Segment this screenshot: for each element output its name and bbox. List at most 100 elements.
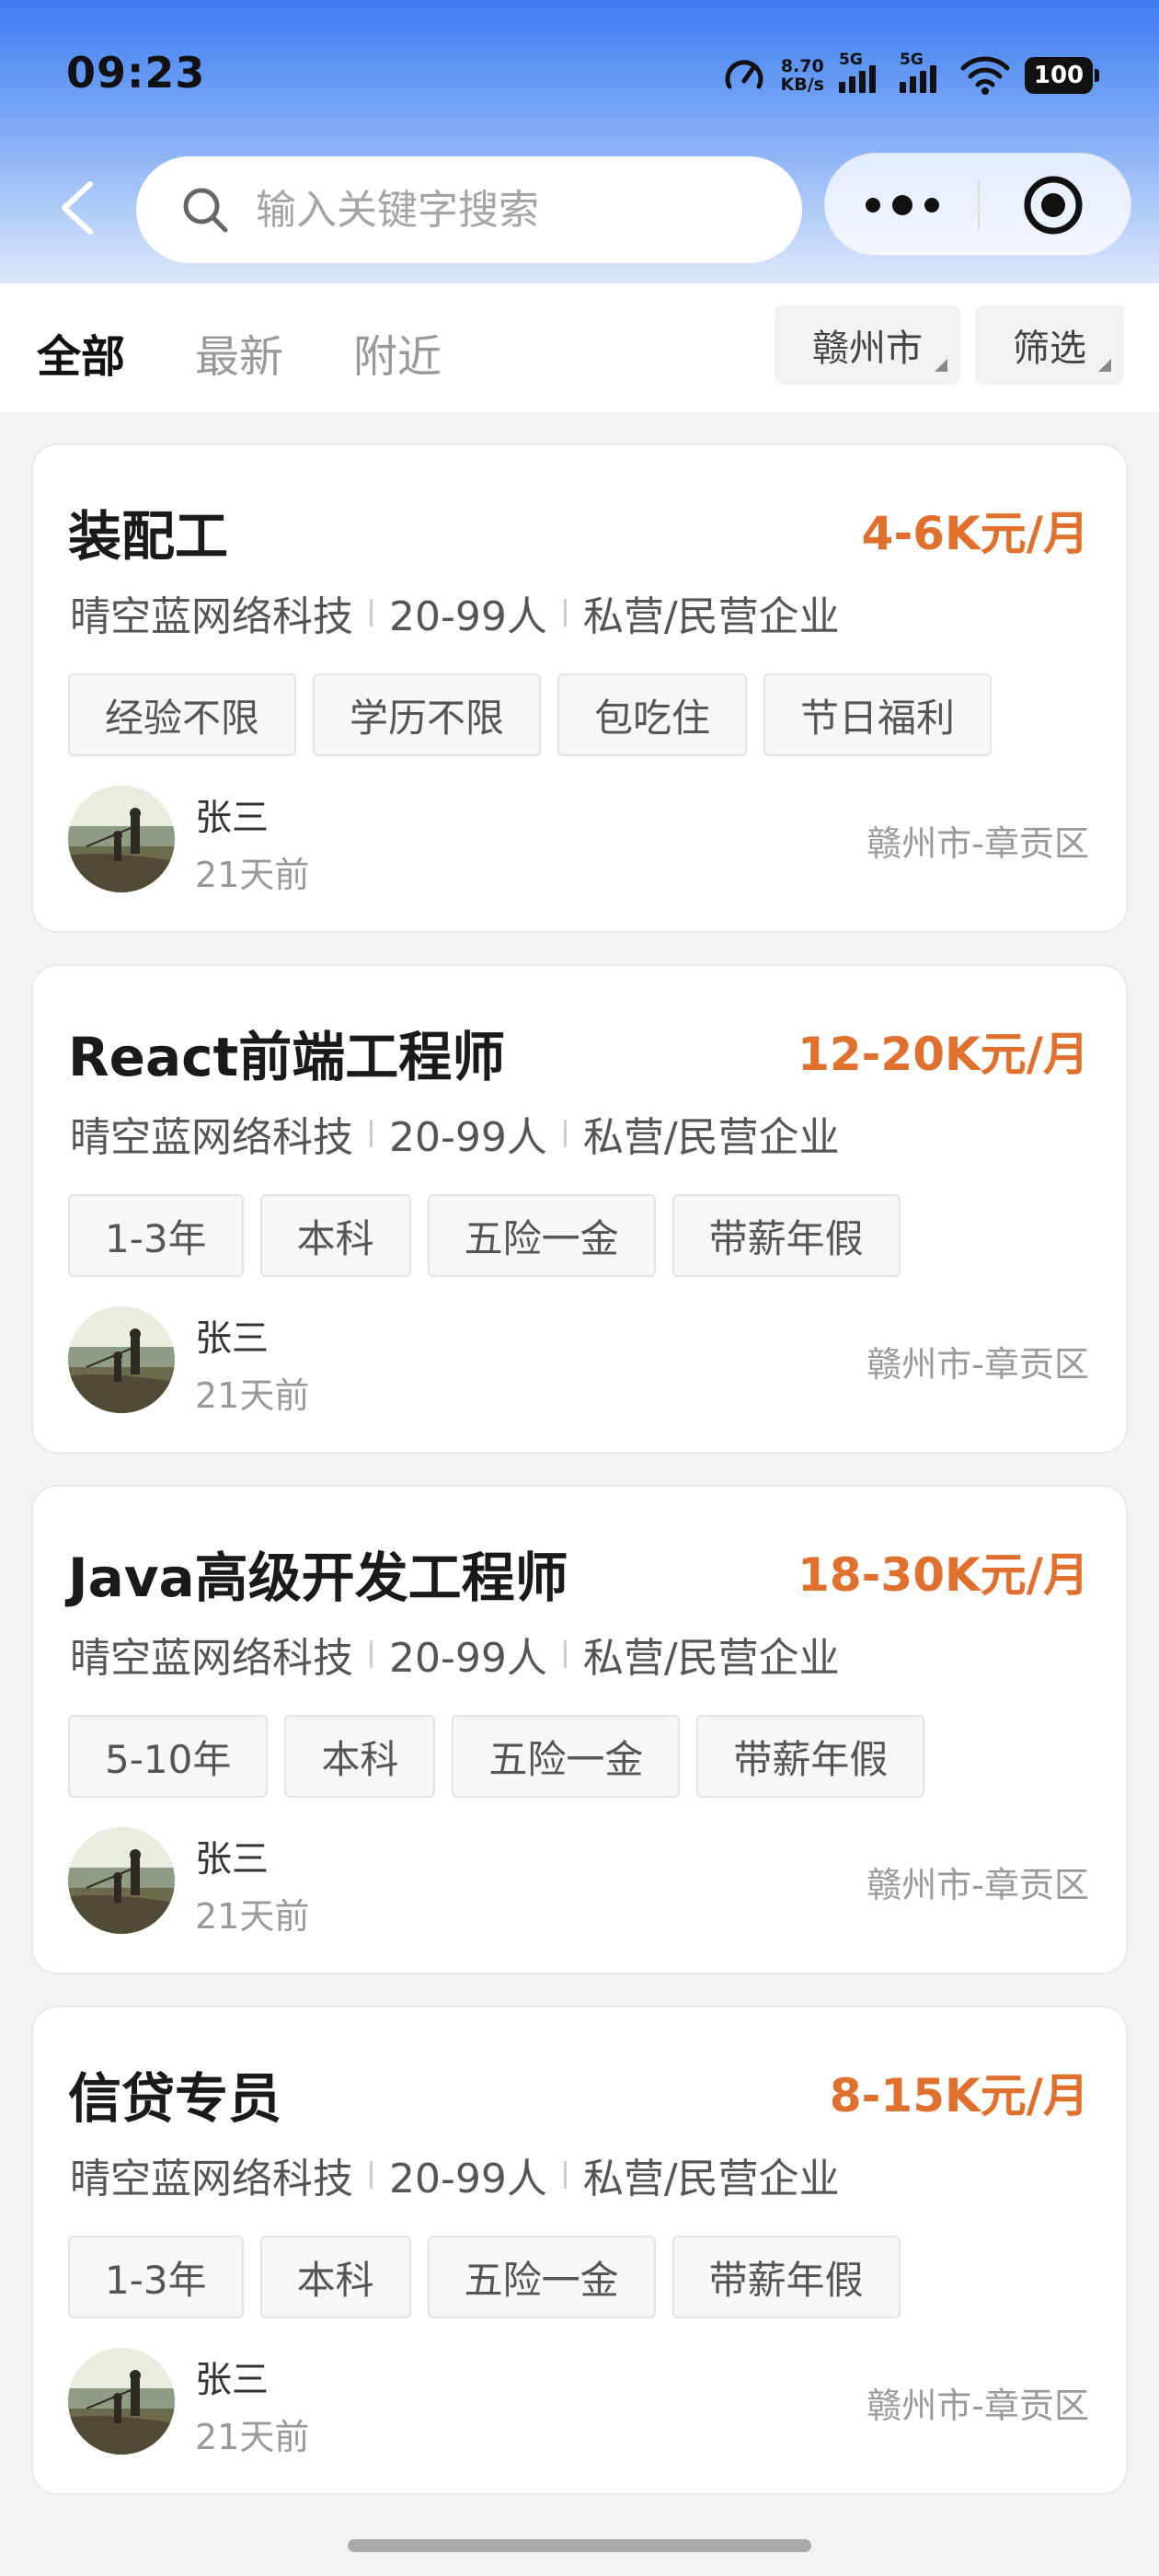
job-tag: 带薪年假 (696, 1715, 925, 1798)
job-tag: 学历不限 (313, 673, 542, 756)
info-separator (563, 2161, 567, 2189)
filter-bar: 全部 最新 附近 赣州市 筛选 (0, 283, 1159, 412)
job-tag: 带薪年假 (671, 2236, 901, 2318)
wifi-icon (960, 56, 1010, 95)
recruiter-avatar (68, 1827, 175, 1934)
net-speed-unit: KB/s (780, 75, 824, 95)
job-salary: 4-6K元/月 (861, 507, 1089, 560)
search-input[interactable] (256, 186, 771, 234)
job-tags: 经验不限 学历不限 包吃住 节日福利 (68, 673, 993, 756)
company-size: 20-99人 (389, 1635, 547, 1682)
network-type-sim2: 5G (900, 51, 924, 69)
job-location: 赣州市-章贡区 (866, 1865, 1089, 1905)
tab-all[interactable]: 全部 (37, 320, 125, 385)
company-type: 私营/民营企业 (582, 1635, 840, 1682)
status-icons: 8.70 KB/s 5G 5G 100 (722, 51, 1099, 99)
signal-icon-sim2: 5G (900, 51, 946, 93)
job-title: 信贷专员 (68, 2067, 282, 2130)
job-title: Java高级开发工程师 (68, 1547, 568, 1609)
info-separator (370, 1120, 373, 1147)
recruiter-avatar (68, 2348, 175, 2455)
company-info: 晴空蓝网络科技 20-99人 私营/民营企业 (70, 583, 840, 642)
job-location: 赣州市-章贡区 (866, 823, 1089, 864)
job-tag: 5-10年 (68, 1715, 269, 1798)
city-dropdown-label: 赣州市 (812, 328, 923, 370)
mini-program-capsule (824, 153, 1131, 256)
job-tag: 五险一金 (452, 1715, 681, 1798)
net-speed-value: 8.70 (780, 56, 824, 76)
home-indicator[interactable] (348, 2539, 811, 2552)
posted-time: 21天前 (195, 1896, 310, 1937)
job-card[interactable]: 信贷专员 8-15K元/月 晴空蓝网络科技 20-99人 私营/民营企业 1-3… (31, 2006, 1128, 2495)
job-salary: 12-20K元/月 (798, 1028, 1089, 1081)
job-salary: 18-30K元/月 (798, 1548, 1089, 1602)
status-time: 09:23 (66, 48, 206, 98)
company-name: 晴空蓝网络科技 (70, 593, 353, 640)
search-icon (183, 188, 228, 233)
capsule-divider (978, 179, 980, 231)
recruiter-avatar (68, 1306, 175, 1413)
job-tag: 五险一金 (427, 2236, 656, 2318)
job-title: 装配工 (68, 505, 229, 568)
company-type: 私营/民营企业 (582, 1114, 840, 1161)
network-type-sim1: 5G (839, 51, 863, 69)
company-type: 私营/民营企业 (582, 593, 840, 640)
recruiter-name: 张三 (195, 1838, 269, 1880)
filter-button[interactable]: 筛选 (975, 305, 1124, 385)
info-separator (563, 1120, 567, 1147)
job-salary: 8-15K元/月 (829, 2069, 1089, 2122)
status-bar: 09:23 8.70 KB/s 5G 5G 100 (0, 0, 1159, 147)
recruiter-avatar (68, 786, 175, 892)
job-tag: 五险一金 (427, 1194, 656, 1277)
job-tag: 本科 (284, 1715, 436, 1798)
dropdown-corner-icon (1098, 359, 1111, 372)
info-separator (563, 1640, 567, 1668)
dropdown-corner-icon (935, 359, 947, 372)
info-separator (370, 599, 373, 627)
job-tag: 本科 (259, 2236, 411, 2318)
recruiter-name: 张三 (195, 797, 269, 839)
search-bar[interactable] (136, 156, 802, 263)
job-tag: 1-3年 (68, 2236, 244, 2318)
job-tags: 5-10年 本科 五险一金 带薪年假 (68, 1715, 925, 1798)
company-info: 晴空蓝网络科技 20-99人 私营/民营企业 (70, 1625, 840, 1684)
city-dropdown[interactable]: 赣州市 (775, 305, 960, 385)
posted-time: 21天前 (195, 855, 310, 895)
company-info: 晴空蓝网络科技 20-99人 私营/民营企业 (70, 1104, 840, 1163)
job-tag: 包吃住 (557, 673, 748, 756)
job-location: 赣州市-章贡区 (866, 2386, 1089, 2426)
job-tags: 1-3年 本科 五险一金 带薪年假 (68, 2236, 901, 2318)
company-name: 晴空蓝网络科技 (70, 1635, 353, 1682)
job-location: 赣州市-章贡区 (866, 1344, 1089, 1385)
company-size: 20-99人 (389, 2156, 547, 2202)
battery-icon: 100 (1025, 57, 1099, 94)
recruiter-name: 张三 (195, 1317, 269, 1360)
tab-latest[interactable]: 最新 (195, 320, 283, 385)
company-type: 私营/民营企业 (582, 2156, 840, 2202)
posted-time: 21天前 (195, 2417, 310, 2457)
more-dots-icon[interactable] (853, 181, 952, 229)
company-name: 晴空蓝网络科技 (70, 1114, 353, 1161)
job-tags: 1-3年 本科 五险一金 带薪年假 (68, 1194, 901, 1277)
tab-nearby[interactable]: 附近 (353, 320, 442, 385)
recruiter-name: 张三 (195, 2359, 269, 2401)
job-card[interactable]: Java高级开发工程师 18-30K元/月 晴空蓝网络科技 20-99人 私营/… (31, 1485, 1128, 1974)
back-arrow-icon[interactable] (55, 180, 101, 236)
posted-time: 21天前 (195, 1375, 310, 1416)
signal-icon-sim1: 5G (839, 51, 885, 93)
job-tag: 节日福利 (763, 673, 993, 756)
job-title: React前端工程师 (68, 1026, 506, 1088)
info-separator (563, 599, 567, 627)
company-info: 晴空蓝网络科技 20-99人 私营/民营企业 (70, 2145, 840, 2204)
company-size: 20-99人 (389, 593, 547, 640)
speedometer-icon (725, 60, 763, 89)
info-separator (370, 1640, 373, 1668)
job-card[interactable]: React前端工程师 12-20K元/月 晴空蓝网络科技 20-99人 私营/民… (31, 964, 1128, 1454)
job-tag: 本科 (259, 1194, 411, 1277)
job-card[interactable]: 装配工 4-6K元/月 晴空蓝网络科技 20-99人 私营/民营企业 经验不限学… (31, 443, 1128, 933)
close-target-icon[interactable] (1022, 174, 1084, 236)
job-tag: 1-3年 (68, 1194, 244, 1277)
filter-button-label: 筛选 (1013, 328, 1086, 370)
company-name: 晴空蓝网络科技 (70, 2156, 353, 2202)
company-size: 20-99人 (389, 1114, 547, 1161)
